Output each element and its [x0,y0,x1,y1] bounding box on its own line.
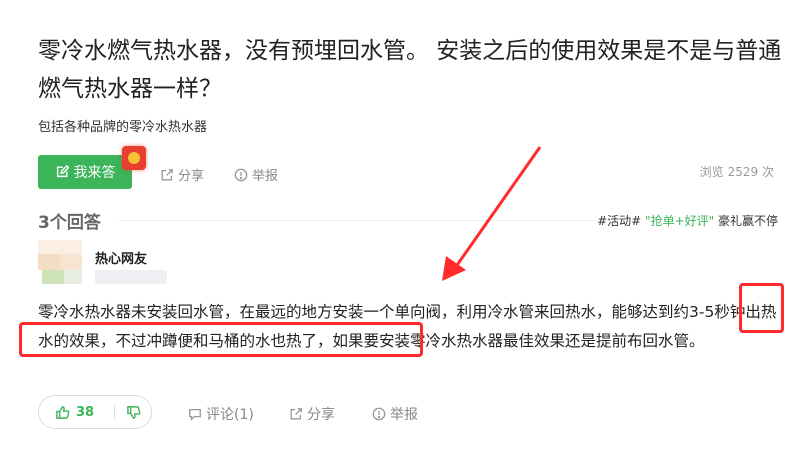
user-meta-blurred [95,270,167,284]
views-label: 浏览 [699,165,724,179]
edit-icon [56,165,69,178]
warning-icon [372,407,386,421]
answer-report-label: 举报 [390,407,418,423]
red-packet-icon[interactable] [122,146,146,170]
views-count: 2529 次 [727,165,774,179]
report-label: 举报 [252,169,279,184]
username[interactable]: 热心网友 [95,248,147,267]
vote-widget: 38 [38,395,152,429]
answer-button[interactable]: 我来答 [38,155,132,189]
thumbs-up-icon [56,405,70,419]
share-icon [161,168,173,180]
avatar[interactable] [38,240,82,284]
share-label: 分享 [178,169,205,184]
like-count: 38 [76,404,95,420]
dislike-button[interactable] [115,405,151,420]
answers-count: 3个回答 [38,213,101,233]
report-button[interactable]: 举报 [234,165,278,184]
answer-share-label: 分享 [307,407,335,423]
promo-banner[interactable]: #活动# "抢单+好评" 豪礼赢不停 [597,212,778,229]
answer-button-label: 我来答 [73,165,116,181]
share-button[interactable]: 分享 [160,165,204,184]
share-icon [290,408,302,420]
answer-text: 零冷水热水器未安装回水管，在最远的地方安装一个单向阀，利用冷水管来回热水，能够达… [38,303,777,350]
comment-icon [189,408,201,421]
view-count: 浏览 2529 次 [700,163,778,180]
answer-share-button[interactable]: 分享 [289,404,335,424]
divider [118,220,596,221]
promo-highlight: "抢单+好评" [645,214,715,228]
warning-icon [234,168,248,181]
like-button[interactable]: 38 [39,405,114,420]
comment-button[interactable]: 评论(1) [188,404,254,424]
question-title: 零冷水燃气热水器，没有预埋回水管。 安装之后的使用效果是不是与普通燃气热水器一样… [38,38,782,102]
thumbs-down-icon [126,405,141,419]
answer-report-button[interactable]: 举报 [372,404,418,424]
question-description: 包括各种品牌的零冷水热水器 [38,120,208,135]
promo-tag: #活动# [597,214,642,228]
comment-label: 评论(1) [206,407,254,423]
promo-tail: 豪礼赢不停 [717,214,778,228]
